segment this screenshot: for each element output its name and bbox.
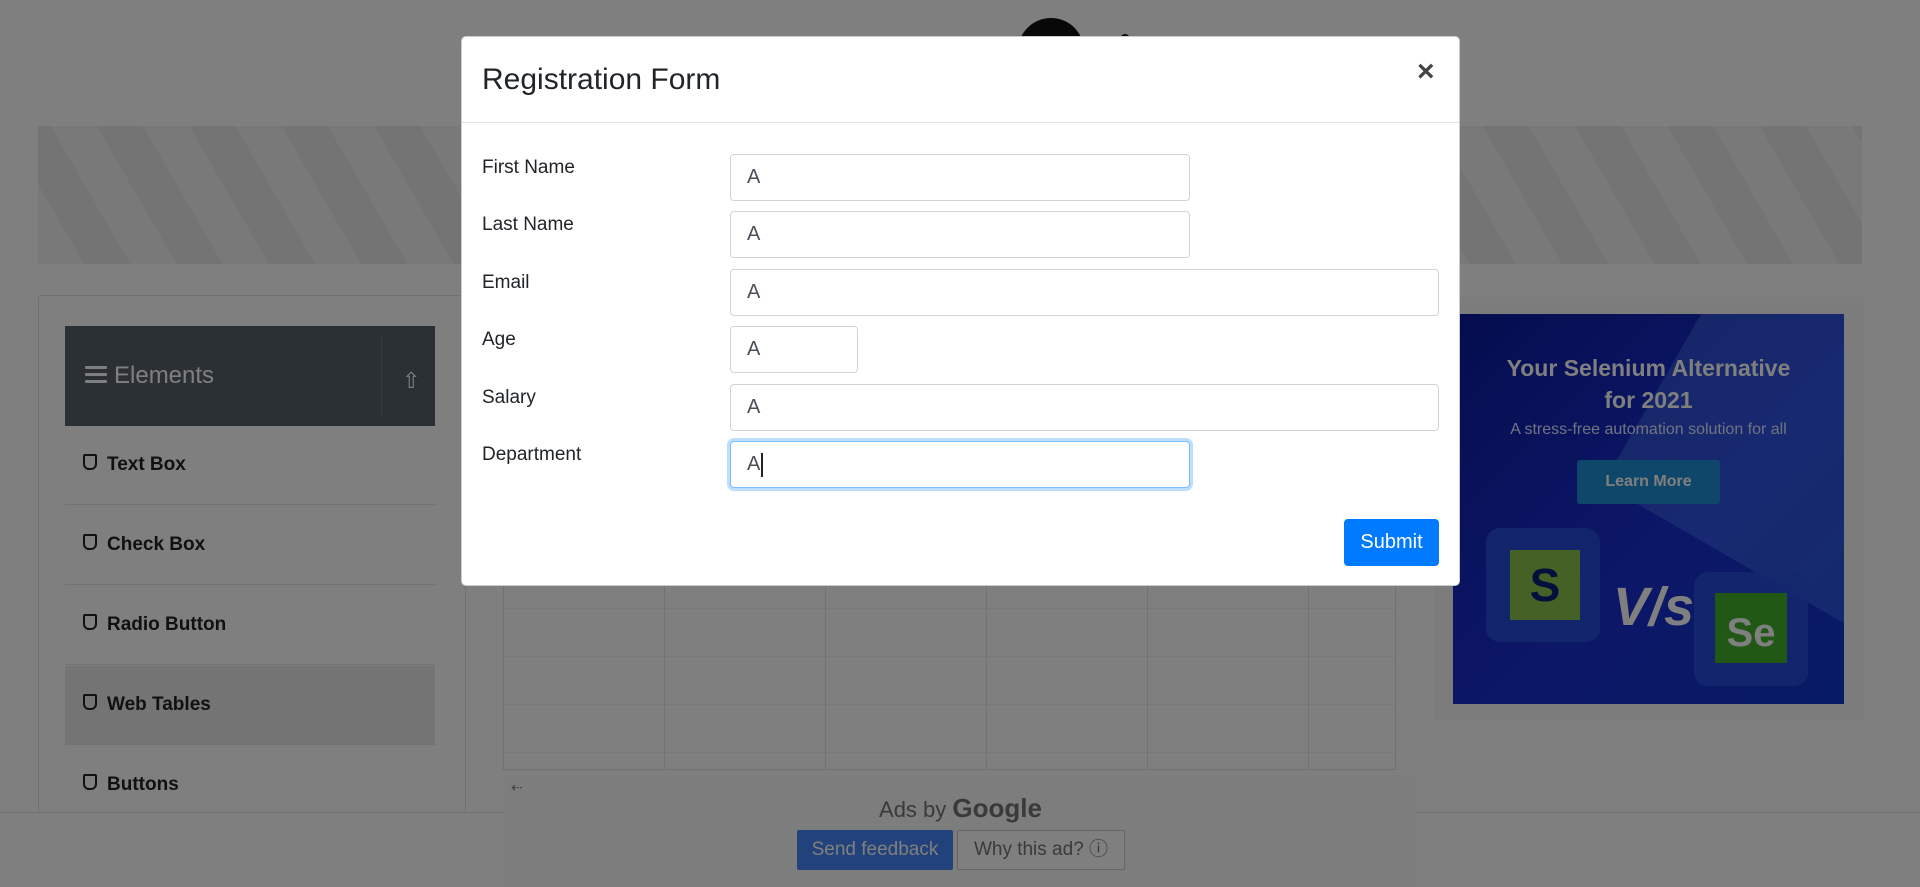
email-input[interactable]: A bbox=[730, 269, 1439, 316]
last-name-label: Last Name bbox=[482, 214, 574, 235]
age-input[interactable]: A bbox=[730, 326, 858, 373]
close-icon[interactable]: × bbox=[1417, 55, 1435, 89]
department-input[interactable]: A bbox=[730, 441, 1190, 488]
salary-label: Salary bbox=[482, 387, 536, 408]
first-name-label: First Name bbox=[482, 157, 575, 178]
modal-header: Registration Form × bbox=[462, 37, 1459, 123]
modal-title: Registration Form bbox=[482, 63, 721, 96]
text-caret bbox=[761, 452, 764, 477]
last-name-input[interactable]: A bbox=[730, 211, 1190, 258]
email-label: Email bbox=[482, 272, 530, 293]
salary-input[interactable]: A bbox=[730, 384, 1439, 431]
age-label: Age bbox=[482, 329, 516, 350]
department-input-value: A bbox=[747, 453, 761, 475]
submit-button[interactable]: Submit bbox=[1344, 519, 1439, 566]
registration-modal: Registration Form × First Name A Last Na… bbox=[461, 36, 1460, 586]
department-label: Department bbox=[482, 444, 582, 465]
first-name-input[interactable]: A bbox=[730, 154, 1190, 201]
